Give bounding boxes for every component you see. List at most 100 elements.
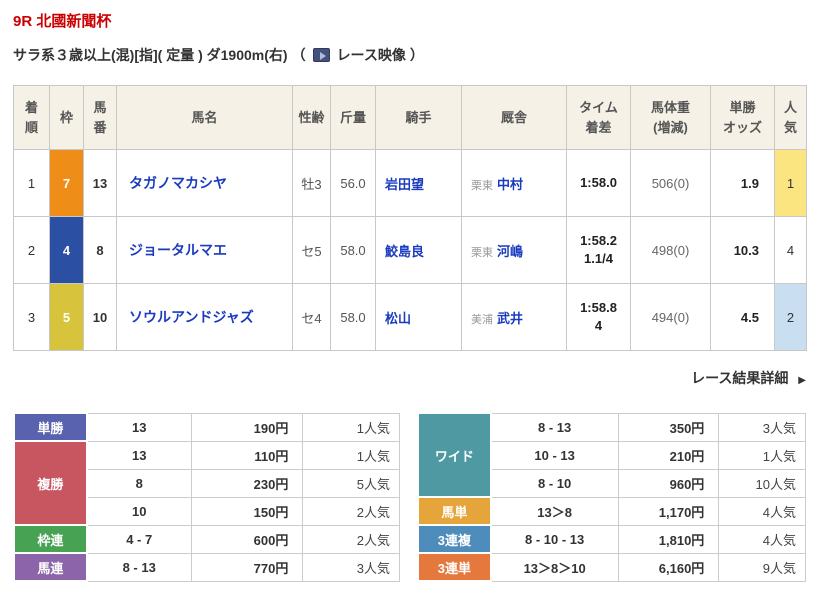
payout-combination: 13＞8＞10 <box>491 553 618 581</box>
payout-amount: 350円 <box>618 413 719 441</box>
payout-popularity: 5人気 <box>303 469 400 497</box>
results-header-row: 着順 枠 馬番 馬名 性齢 斤量 騎手 厩舎 タイム 着差 馬体重 (増減) 単… <box>14 86 807 150</box>
race-result-page: 9R 北國新聞杯 サラ系３歳以上(混)[指]( 定量 ) ダ1900m(右) （… <box>0 0 819 582</box>
payout-combination: 13＞8 <box>491 497 618 525</box>
stable-cell: 栗東中村 <box>462 150 567 217</box>
payout-popularity: 3人気 <box>303 553 400 581</box>
popularity-cell: 1 <box>775 150 807 217</box>
stable-cell: 栗東河嶋 <box>462 217 567 284</box>
payout-popularity: 1人気 <box>719 441 806 469</box>
frame-number: 4 <box>50 217 84 284</box>
result-row-2: 2 4 8 ジョータルマエ セ5 58.0 鮫島良 栗東河嶋 1:58.21.1… <box>14 217 807 284</box>
payout-row: ワイド 8 - 13 350円 3人気 <box>418 413 806 441</box>
jockey-cell: 鮫島良 <box>376 217 462 284</box>
carried-weight: 56.0 <box>331 150 376 217</box>
col-header-horse-number: 馬番 <box>84 86 117 150</box>
col-header-time-margin: タイム 着差 <box>567 86 631 150</box>
jockey-link[interactable]: 鮫島良 <box>385 244 424 259</box>
payout-amount: 600円 <box>191 525 303 553</box>
jockey-cell: 岩田望 <box>376 150 462 217</box>
horse-name-link[interactable]: ソウルアンドジャズ <box>129 309 254 325</box>
payout-popularity: 4人気 <box>719 497 806 525</box>
payout-amount: 960円 <box>618 469 719 497</box>
frame-number: 5 <box>50 284 84 351</box>
payout-row: 枠連 4 - 7 600円 2人気 <box>14 525 400 553</box>
horse-name-cell: ソウルアンドジャズ <box>117 284 293 351</box>
win-odds: 4.5 <box>711 284 775 351</box>
payout-popularity: 3人気 <box>719 413 806 441</box>
sex-age: セ5 <box>293 217 331 284</box>
body-weight: 506(0) <box>631 150 711 217</box>
horse-name-cell: ジョータルマエ <box>117 217 293 284</box>
payout-amount: 210円 <box>618 441 719 469</box>
bet-type-trio: 3連複 <box>418 525 491 553</box>
payout-popularity: 2人気 <box>303 497 400 525</box>
results-table: 着順 枠 馬番 馬名 性齢 斤量 騎手 厩舎 タイム 着差 馬体重 (増減) 単… <box>13 85 807 351</box>
bet-type-wide: ワイド <box>418 413 491 497</box>
col-header-stable: 厩舎 <box>462 86 567 150</box>
sex-age: セ4 <box>293 284 331 351</box>
trainer-link[interactable]: 河嶋 <box>497 244 523 259</box>
carried-weight: 58.0 <box>331 217 376 284</box>
popularity-cell: 2 <box>775 284 807 351</box>
payout-amount: 1,170円 <box>618 497 719 525</box>
payout-row: 単勝 13 190円 1人気 <box>14 413 400 441</box>
finish-time: 1:58.0 <box>567 174 630 192</box>
horse-name-link[interactable]: ジョータルマエ <box>129 242 227 258</box>
sex-age: 牡3 <box>293 150 331 217</box>
stable-cell: 美浦武井 <box>462 284 567 351</box>
margin: 1.1/4 <box>567 250 630 268</box>
payout-popularity: 4人気 <box>719 525 806 553</box>
col-header-frame: 枠 <box>50 86 84 150</box>
arrow-right-icon: ▶ <box>798 375 806 386</box>
payout-combination: 8 - 10 <box>491 469 618 497</box>
payout-amount: 190円 <box>191 413 303 441</box>
payout-table-left: 単勝 13 190円 1人気 複勝 13 110円 1人気 8 230円 5人気… <box>13 412 400 582</box>
trainer-link[interactable]: 武井 <box>497 311 523 326</box>
race-conditions-row: サラ系３歳以上(混)[指]( 定量 ) ダ1900m(右) （ レース映像 ） <box>13 45 806 65</box>
finish-time: 1:58.2 <box>567 232 630 250</box>
bet-type-place: 複勝 <box>14 441 87 525</box>
col-header-win-odds: 単勝 オッズ <box>711 86 775 150</box>
horse-name-link[interactable]: タガノマカシヤ <box>129 175 227 191</box>
payout-combination: 8 <box>87 469 192 497</box>
carried-weight: 58.0 <box>331 284 376 351</box>
popularity-cell: 4 <box>775 217 807 284</box>
body-weight: 498(0) <box>631 217 711 284</box>
payout-combination: 10 <box>87 497 192 525</box>
result-row-1: 1 7 13 タガノマカシヤ 牡3 56.0 岩田望 栗東中村 1:58.0 5… <box>14 150 807 217</box>
stable-region: 栗東 <box>471 180 493 192</box>
frame-number: 7 <box>50 150 84 217</box>
trainer-link[interactable]: 中村 <box>497 177 523 192</box>
bet-type-exacta: 馬単 <box>418 497 491 525</box>
col-header-sex-age: 性齢 <box>293 86 331 150</box>
payout-popularity: 1人気 <box>303 441 400 469</box>
video-play-icon <box>313 48 330 62</box>
race-conditions-text: サラ系３歳以上(混)[指]( 定量 ) ダ1900m(右) <box>13 45 288 65</box>
payout-amount: 150円 <box>191 497 303 525</box>
payout-amount: 230円 <box>191 469 303 497</box>
payout-row: 複勝 13 110円 1人気 <box>14 441 400 469</box>
payout-amount: 770円 <box>191 553 303 581</box>
bet-type-win: 単勝 <box>14 413 87 441</box>
payout-section: 単勝 13 190円 1人気 複勝 13 110円 1人気 8 230円 5人気… <box>13 412 806 582</box>
col-header-horse-name: 馬名 <box>117 86 293 150</box>
jockey-link[interactable]: 松山 <box>385 311 411 326</box>
payout-table-right: ワイド 8 - 13 350円 3人気 10 - 13 210円 1人気 8 -… <box>417 412 806 582</box>
time-margin-cell: 1:58.0 <box>567 150 631 217</box>
race-video-link[interactable]: レース映像 <box>337 45 406 65</box>
margin: 4 <box>567 317 630 335</box>
body-weight: 494(0) <box>631 284 711 351</box>
race-result-detail-link[interactable]: レース結果詳細 <box>691 370 788 386</box>
payout-row: 馬連 8 - 13 770円 3人気 <box>14 553 400 581</box>
detail-link-row: レース結果詳細 ▶ <box>13 368 806 388</box>
bet-type-trifecta: 3連単 <box>418 553 491 581</box>
finish-position: 2 <box>14 217 50 284</box>
time-margin-cell: 1:58.84 <box>567 284 631 351</box>
jockey-link[interactable]: 岩田望 <box>385 177 424 192</box>
payout-popularity: 9人気 <box>719 553 806 581</box>
payout-row: 3連単 13＞8＞10 6,160円 9人気 <box>418 553 806 581</box>
col-header-popularity: 人気 <box>775 86 807 150</box>
col-header-position: 着順 <box>14 86 50 150</box>
horse-number: 8 <box>84 217 117 284</box>
